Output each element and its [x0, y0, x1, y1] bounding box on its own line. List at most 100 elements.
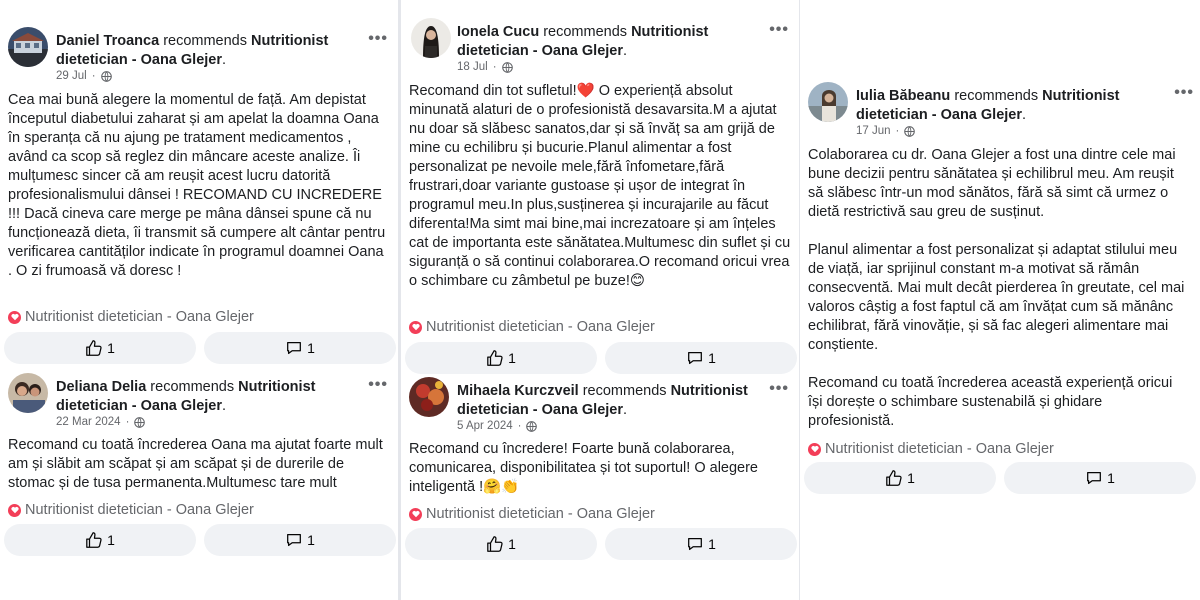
more-options-button[interactable]: ••• [1174, 84, 1194, 102]
review-header: Daniel Troanca recommends Nutritionist d… [56, 33, 329, 68]
heart-icon [8, 310, 21, 324]
comment-icon [688, 537, 703, 551]
thumbs-up-icon [86, 340, 102, 356]
post-date[interactable]: 29 Jul [56, 70, 87, 82]
post-date[interactable]: 18 Jul [457, 61, 488, 73]
comment-count: 1 [708, 536, 716, 552]
more-options-button[interactable]: ••• [368, 376, 388, 394]
review-text: Cea mai bună alegere la momentul de față… [8, 92, 386, 279]
comment-button[interactable]: 1 [605, 528, 797, 560]
more-options-button[interactable]: ••• [769, 21, 789, 39]
comment-button[interactable]: 1 [204, 332, 396, 364]
review-header: Iulia Băbeanu recommends Nutritionist di… [856, 88, 1120, 123]
recommends-label: recommends [163, 33, 247, 49]
reviewer-name[interactable]: Mihaela Kurczveil [457, 383, 579, 399]
review-card: Ionela Cucu recommends Nutritionist diet… [401, 0, 799, 376]
comment-icon [688, 351, 703, 365]
review-header: Deliana Delia recommends Nutritionist di… [56, 379, 316, 414]
avatar[interactable] [808, 82, 848, 122]
review-card: Mihaela Kurczveil recommends Nutritionis… [401, 376, 799, 600]
review-text-part: Recomand din tot sufletul! [409, 83, 577, 99]
review-column: Daniel Troanca recommends Nutritionist d… [0, 0, 398, 600]
post-meta: 17 Jun · [856, 125, 916, 137]
recommends-label: recommends [150, 379, 235, 395]
globe-icon [526, 420, 538, 432]
recommendation-tag[interactable]: Nutritionist dietetician - Oana Glejer [808, 441, 1054, 457]
heart-icon [8, 503, 21, 517]
comment-count: 1 [307, 340, 315, 356]
comment-icon [287, 533, 302, 547]
comment-count: 1 [708, 350, 716, 366]
tag-label: Nutritionist dietetician - Oana Glejer [426, 319, 655, 335]
like-count: 1 [508, 350, 516, 366]
review-column: Iulia Băbeanu recommends Nutritionist di… [800, 0, 1198, 600]
more-options-button[interactable]: ••• [769, 380, 789, 398]
avatar[interactable] [8, 373, 48, 413]
heart-icon [409, 320, 422, 334]
post-date[interactable]: 17 Jun [856, 125, 891, 137]
review-text-part: O experiență absolut minunată alaturi de… [409, 83, 791, 289]
hug-clap-emoji: 🤗👏 [483, 479, 520, 495]
tag-label: Nutritionist dietetician - Oana Glejer [25, 502, 254, 518]
reviewer-name[interactable]: Daniel Troanca [56, 33, 159, 49]
post-meta: 18 Jul · [457, 61, 513, 73]
recommends-label: recommends [954, 88, 1039, 104]
avatar[interactable] [409, 377, 449, 417]
more-options-button[interactable]: ••• [368, 30, 388, 48]
globe-icon [134, 416, 146, 428]
heart-icon [808, 442, 821, 456]
recommends-label: recommends [582, 383, 667, 399]
review-text: Recomand cu încredere! Foarte bună colab… [409, 440, 791, 497]
like-button[interactable]: 1 [804, 462, 996, 494]
thumbs-up-icon [487, 536, 503, 552]
comment-button[interactable]: 1 [1004, 462, 1196, 494]
like-count: 1 [107, 340, 115, 356]
like-count: 1 [508, 536, 516, 552]
thumbs-up-icon [86, 532, 102, 548]
post-date[interactable]: 5 Apr 2024 [457, 420, 513, 432]
comment-icon [287, 341, 302, 355]
like-button[interactable]: 1 [405, 342, 597, 374]
reviewer-name[interactable]: Ionela Cucu [457, 24, 539, 40]
recommends-label: recommends [543, 24, 628, 40]
review-header: Ionela Cucu recommends Nutritionist diet… [457, 24, 709, 59]
like-count: 1 [107, 532, 115, 548]
tag-label: Nutritionist dietetician - Oana Glejer [25, 309, 254, 325]
review-text-part: Recomand cu încredere! Foarte bună colab… [409, 441, 758, 495]
like-button[interactable]: 1 [4, 332, 196, 364]
globe-icon [904, 125, 916, 137]
thumbs-up-icon [487, 350, 503, 366]
review-column: Ionela Cucu recommends Nutritionist diet… [401, 0, 799, 600]
like-count: 1 [907, 470, 915, 486]
reviewer-name[interactable]: Iulia Băbeanu [856, 88, 950, 104]
globe-icon [501, 61, 513, 73]
heart-emoji: ❤️ [576, 83, 595, 99]
comment-button[interactable]: 1 [204, 524, 396, 556]
heart-icon [409, 507, 422, 521]
post-date[interactable]: 22 Mar 2024 [56, 416, 121, 428]
recommendation-tag[interactable]: Nutritionist dietetician - Oana Glejer [8, 502, 254, 518]
like-button[interactable]: 1 [4, 524, 196, 556]
review-card: Deliana Delia recommends Nutritionist di… [0, 370, 398, 600]
review-card: Daniel Troanca recommends Nutritionist d… [0, 0, 398, 370]
avatar[interactable] [411, 18, 451, 58]
review-text: Recomand cu toată încrederea Oana ma aju… [8, 437, 383, 491]
recommendation-tag[interactable]: Nutritionist dietetician - Oana Glejer [409, 506, 655, 522]
tag-label: Nutritionist dietetician - Oana Glejer [426, 506, 655, 522]
avatar[interactable] [8, 27, 48, 67]
smile-emoji: 😊 [629, 273, 645, 289]
comment-count: 1 [1107, 470, 1115, 486]
thumbs-up-icon [886, 470, 902, 486]
review-header: Mihaela Kurczveil recommends Nutritionis… [457, 383, 748, 418]
reviewer-name[interactable]: Deliana Delia [56, 379, 146, 395]
post-meta: 29 Jul · [56, 70, 112, 82]
review-card: Iulia Băbeanu recommends Nutritionist di… [800, 0, 1198, 600]
review-text: Recomand din tot sufletul!❤️ O experienț… [409, 82, 791, 291]
recommendation-tag[interactable]: Nutritionist dietetician - Oana Glejer [409, 319, 655, 335]
globe-icon [100, 70, 112, 82]
comment-button[interactable]: 1 [605, 342, 797, 374]
recommendation-tag[interactable]: Nutritionist dietetician - Oana Glejer [8, 309, 254, 325]
tag-label: Nutritionist dietetician - Oana Glejer [825, 441, 1054, 457]
like-button[interactable]: 1 [405, 528, 597, 560]
post-meta: 22 Mar 2024 · [56, 416, 146, 428]
